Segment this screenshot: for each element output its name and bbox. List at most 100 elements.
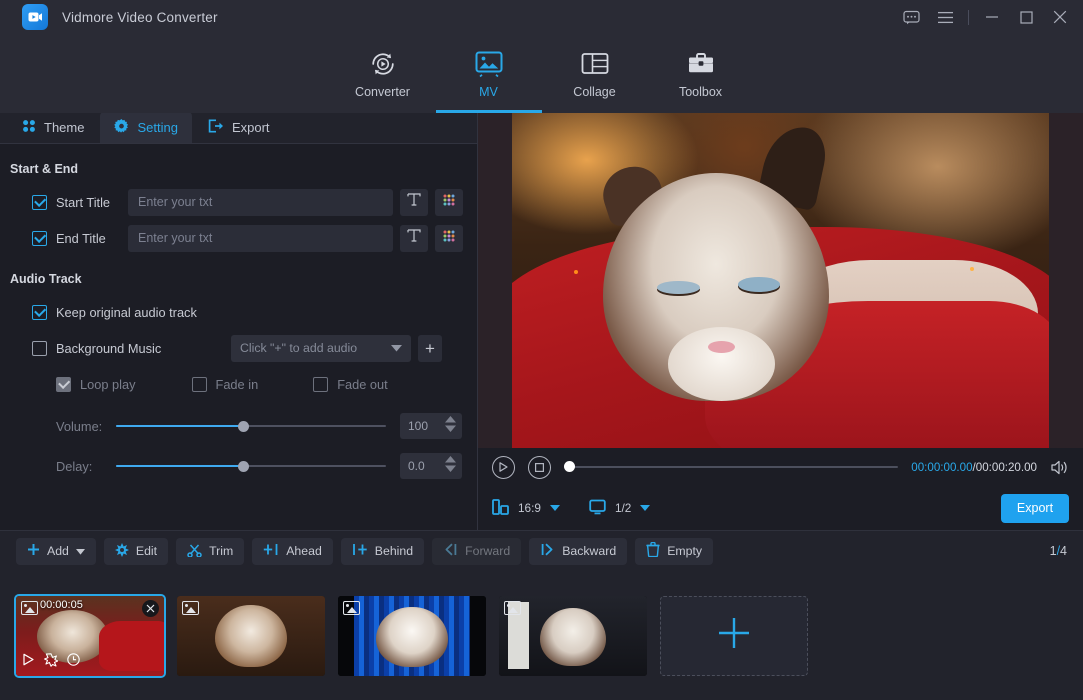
play-icon[interactable] (22, 653, 35, 671)
chevron-down-icon (391, 341, 402, 355)
insert-behind-icon (352, 543, 368, 559)
add-clip-tile[interactable] (660, 596, 808, 676)
trim-button[interactable]: Trim (176, 538, 244, 565)
mv-photo-frame-icon (474, 49, 504, 79)
screen-size-value: 1/2 (615, 501, 631, 515)
delay-slider-knob[interactable] (238, 461, 249, 472)
end-title-text-style-button[interactable] (400, 225, 428, 252)
nav-tab-label: MV (479, 85, 498, 99)
empty-button[interactable]: Empty (635, 538, 713, 565)
close-icon[interactable] (1043, 0, 1077, 34)
tab-label: Export (232, 120, 270, 135)
close-circle-icon[interactable] (142, 600, 159, 617)
image-thumb-icon (504, 601, 521, 615)
scissors-icon (187, 543, 202, 560)
export-button[interactable]: Export (1001, 494, 1069, 523)
timeline-section: Add Edit Trim A (0, 530, 1083, 700)
image-thumb-icon (182, 601, 199, 615)
settings-tabs: Theme Setting Export (0, 113, 477, 144)
volume-slider-fill (116, 425, 243, 428)
clip-thumbnail-image (177, 596, 325, 676)
timeline-clip-3[interactable] (338, 596, 486, 676)
play-circle-icon[interactable] (492, 456, 515, 479)
screen-size-selector[interactable]: 1/2 (589, 499, 650, 518)
keep-original-audio-checkbox[interactable] (32, 305, 47, 320)
image-thumb-icon (343, 601, 360, 615)
chevron-down-icon[interactable] (76, 544, 85, 558)
tab-theme[interactable]: Theme (8, 112, 98, 143)
speaker-volume-icon[interactable] (1050, 459, 1069, 476)
timeline-clip-1[interactable]: 00:00:05 (16, 596, 164, 676)
plus-icon (27, 543, 40, 559)
add-button[interactable]: Add (16, 538, 96, 565)
end-title-checkbox[interactable] (32, 231, 47, 246)
plus-icon (716, 615, 752, 656)
background-music-checkbox[interactable] (32, 341, 47, 356)
timeline-clip-4[interactable] (499, 596, 647, 676)
volume-slider-knob[interactable] (238, 421, 249, 432)
maximize-icon[interactable] (1009, 0, 1043, 34)
color-palette-icon (442, 193, 456, 212)
behind-button[interactable]: Behind (341, 538, 424, 565)
nav-tab-collage[interactable]: Collage (542, 34, 648, 113)
button-label: Trim (209, 544, 233, 558)
letterbox-left (478, 113, 512, 448)
delay-slider[interactable] (116, 459, 386, 473)
volume-slider[interactable] (116, 419, 386, 433)
plus-icon: + (425, 340, 435, 357)
minimize-icon[interactable] (975, 0, 1009, 34)
chat-bubble-icon[interactable] (894, 0, 928, 34)
start-title-color-button[interactable] (435, 189, 463, 216)
start-title-checkbox[interactable] (32, 195, 47, 210)
stop-circle-icon[interactable] (528, 456, 551, 479)
background-music-select[interactable]: Click "+" to add audio (231, 335, 411, 362)
loop-play-checkbox[interactable] (56, 377, 71, 392)
volume-row: Volume: 100 (0, 410, 477, 442)
nav-tab-converter[interactable]: Converter (330, 34, 436, 113)
clip-duration: 00:00:05 (40, 599, 83, 611)
background-music-row: Background Music Click "+" to add audio … (0, 332, 477, 364)
progress-knob[interactable] (564, 461, 575, 472)
progress-slider[interactable] (564, 466, 898, 468)
nav-tab-toolbox[interactable]: Toolbox (648, 34, 754, 113)
move-backward-icon (540, 543, 555, 559)
preview-options-row: 16:9 1/2 Export (492, 486, 1069, 530)
end-title-color-button[interactable] (435, 225, 463, 252)
backward-button[interactable]: Backward (529, 538, 627, 565)
start-title-input[interactable] (128, 189, 393, 216)
fade-out-checkbox[interactable] (313, 377, 328, 392)
delay-value: 0.0 (408, 459, 425, 473)
delay-value-field[interactable]: 0.0 (400, 453, 462, 479)
insert-ahead-icon (263, 543, 279, 559)
star-effect-icon[interactable] (44, 653, 58, 672)
start-title-row: Start Title (0, 186, 477, 218)
timeline-clip-2[interactable] (177, 596, 325, 676)
tab-setting[interactable]: Setting (100, 112, 191, 143)
nav-tab-mv[interactable]: MV (436, 34, 542, 113)
tab-label: Theme (44, 120, 84, 135)
end-title-input[interactable] (128, 225, 393, 252)
ahead-button[interactable]: Ahead (252, 538, 333, 565)
stepper-arrows-icon[interactable] (445, 415, 456, 433)
tab-export[interactable]: Export (194, 112, 284, 143)
clock-icon[interactable] (67, 653, 80, 671)
hamburger-menu-icon[interactable] (928, 0, 962, 34)
video-preview[interactable] (478, 113, 1083, 448)
delay-row: Delay: 0.0 (0, 450, 477, 482)
aspect-ratio-selector[interactable]: 16:9 (492, 499, 560, 518)
section-title-start-end: Start & End (0, 154, 477, 182)
forward-button[interactable]: Forward (432, 538, 521, 565)
end-title-row: End Title (0, 222, 477, 254)
move-forward-icon (443, 543, 458, 559)
decor (668, 327, 775, 401)
fade-in-label: Fade in (216, 377, 259, 392)
app-logo-icon (22, 4, 48, 30)
add-audio-button[interactable]: + (418, 335, 442, 362)
start-title-text-style-button[interactable] (400, 189, 428, 216)
button-label: Ahead (286, 544, 322, 558)
stepper-arrows-icon[interactable] (445, 455, 456, 473)
fade-in-checkbox[interactable] (192, 377, 207, 392)
edit-button[interactable]: Edit (104, 538, 168, 565)
image-thumb-icon (21, 601, 38, 615)
volume-value-field[interactable]: 100 (400, 413, 462, 439)
